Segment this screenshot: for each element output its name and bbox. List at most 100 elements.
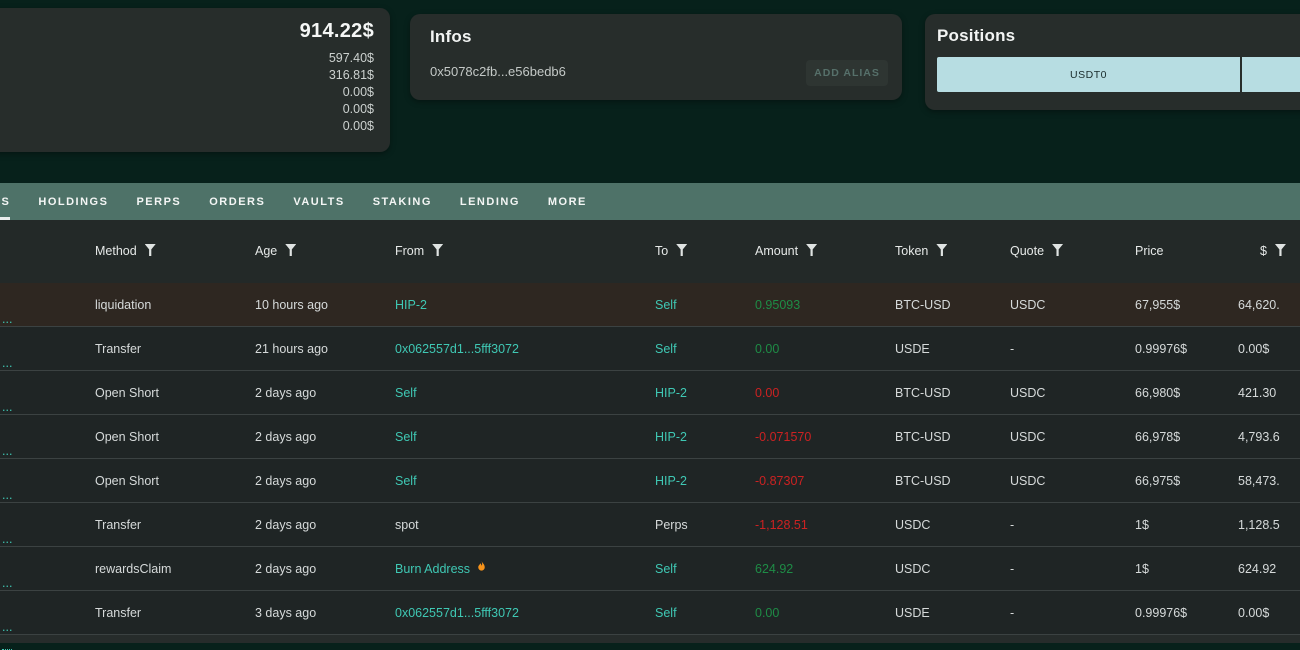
tab-orders[interactable]: ORDERS (209, 183, 265, 220)
cell-price: 0.99976$ (1135, 591, 1187, 635)
cell-quote: - (1010, 503, 1014, 547)
cell-to[interactable]: HIP-2 (655, 459, 687, 503)
filter-icon[interactable] (936, 244, 947, 256)
column-header-usd: $ (1260, 220, 1286, 283)
filter-icon[interactable] (285, 244, 296, 256)
cell-method: Open Short (95, 415, 159, 459)
positions-tab-usdt0[interactable]: USDT0 (937, 57, 1240, 92)
column-label-age: Age (255, 244, 277, 258)
portfolio-total-value: 914.22$ (0, 20, 374, 43)
infos-title: Infos (430, 27, 888, 47)
cell-age: 3 days ago (255, 591, 316, 635)
cell-token: USDC (895, 547, 930, 591)
cell-usd-value: 0.00$ (1238, 591, 1269, 635)
table-row: ...Transfer2 days agospotPerps-1,128.51U… (0, 503, 1300, 547)
cell-quote: - (1010, 327, 1014, 371)
cell-quote: USDC (1010, 459, 1045, 503)
tab-staking[interactable]: STAKING (373, 183, 432, 220)
breakdown-value: 0.00$ (0, 118, 374, 135)
cell-from[interactable]: Burn Address (395, 547, 470, 591)
cell-token: BTC-USD (895, 371, 951, 415)
column-header-from: From (395, 220, 443, 283)
cell-method: rewardsClaim (95, 547, 171, 591)
cell-price: 66,975$ (1135, 459, 1180, 503)
cell-token: USDE (895, 591, 930, 635)
cell-to: Perps (655, 503, 688, 547)
cell-token: USDC (895, 503, 930, 547)
cell-to[interactable]: Self (655, 283, 677, 327)
cell-to[interactable]: Self (655, 327, 677, 371)
cell-amount: 0.00 (755, 327, 779, 371)
section-tab-bar: TRANSACTIONS HOLDINGS PERPS ORDERS VAULTS STA… (0, 183, 1300, 220)
cell-token: USDE (895, 327, 930, 371)
table-row: ...Transfer21 hours ago0x062557d1...5fff… (0, 327, 1300, 371)
positions-title: Positions (937, 26, 1300, 46)
column-label-to: To (655, 244, 668, 258)
cell-method: Transfer (95, 327, 141, 371)
cell-quote: USDC (1010, 371, 1045, 415)
cell-method: liquidation (95, 283, 151, 327)
add-alias-button[interactable]: ADD ALIAS (806, 60, 888, 86)
cell-to[interactable]: Self (655, 591, 677, 635)
cell-token: BTC-USD (895, 415, 951, 459)
cell-quote: USDC (1010, 283, 1045, 327)
cell-token: BTC-USD (895, 283, 951, 327)
cell-to[interactable]: HIP-2 (655, 415, 687, 459)
tx-hash-link[interactable]: ... (2, 605, 12, 650)
cell-amount: -0.071570 (755, 415, 811, 459)
partial-row (0, 635, 1300, 643)
portfolio-breakdown-list: 597.40$316.81$0.00$0.00$0.00$ (0, 50, 374, 135)
cell-age: 2 days ago (255, 415, 316, 459)
cell-amount: -1,128.51 (755, 503, 808, 547)
filter-icon[interactable] (676, 244, 687, 256)
cell-from[interactable]: Self (395, 415, 417, 459)
cell-to[interactable]: Self (655, 547, 677, 591)
column-label-quote: Quote (1010, 244, 1044, 258)
column-label-token: Token (895, 244, 928, 258)
cell-age: 2 days ago (255, 371, 316, 415)
cell-price: 1$ (1135, 503, 1149, 547)
cell-usd-value: 64,620. (1238, 283, 1280, 327)
tab-lending[interactable]: LENDING (460, 183, 520, 220)
cell-price: 67,955$ (1135, 283, 1180, 327)
flame-icon (475, 547, 488, 560)
cell-age: 21 hours ago (255, 327, 328, 371)
cell-quote: USDC (1010, 415, 1045, 459)
cell-from[interactable]: HIP-2 (395, 283, 427, 327)
cell-from[interactable]: 0x062557d1...5fff3072 (395, 327, 519, 371)
column-header-age: Age (255, 220, 296, 283)
transactions-table-body: ...liquidation10 hours agoHIP-2Self0.950… (0, 283, 1300, 635)
cell-price: 66,978$ (1135, 415, 1180, 459)
cell-quote: - (1010, 591, 1014, 635)
column-header-amount: Amount (755, 220, 817, 283)
cell-to[interactable]: HIP-2 (655, 371, 687, 415)
cell-usd-value: 1,128.5 (1238, 503, 1280, 547)
column-header-method: Method (95, 220, 156, 283)
cell-age: 2 days ago (255, 503, 316, 547)
cell-token: BTC-USD (895, 459, 951, 503)
cell-from[interactable]: 0x062557d1...5fff3072 (395, 591, 519, 635)
breakdown-value: 597.40$ (0, 50, 374, 67)
positions-card: Positions USDT0USDC (925, 14, 1300, 110)
breakdown-value: 316.81$ (0, 67, 374, 84)
cell-amount: -0.87307 (755, 459, 804, 503)
tab-vaults[interactable]: VAULTS (293, 183, 344, 220)
cell-from[interactable]: Self (395, 371, 417, 415)
breakdown-value: 0.00$ (0, 84, 374, 101)
tab-perps[interactable]: PERPS (136, 183, 181, 220)
tab-transactions[interactable]: TRANSACTIONS (0, 183, 10, 220)
positions-tab-usdc[interactable]: USDC (1242, 57, 1300, 92)
cell-from[interactable]: Self (395, 459, 417, 503)
filter-icon[interactable] (145, 244, 156, 256)
cell-method: Transfer (95, 503, 141, 547)
cell-usd-value: 4,793.6 (1238, 415, 1280, 459)
breakdown-value: 0.00$ (0, 101, 374, 118)
filter-icon[interactable] (1052, 244, 1063, 256)
tab-holdings[interactable]: HOLDINGS (38, 183, 108, 220)
filter-icon[interactable] (1275, 244, 1286, 256)
filter-icon[interactable] (432, 244, 443, 256)
filter-icon[interactable] (806, 244, 817, 256)
cell-price: 0.99976$ (1135, 327, 1187, 371)
column-header-to: To (655, 220, 687, 283)
tab-more[interactable]: MORE (548, 183, 587, 220)
